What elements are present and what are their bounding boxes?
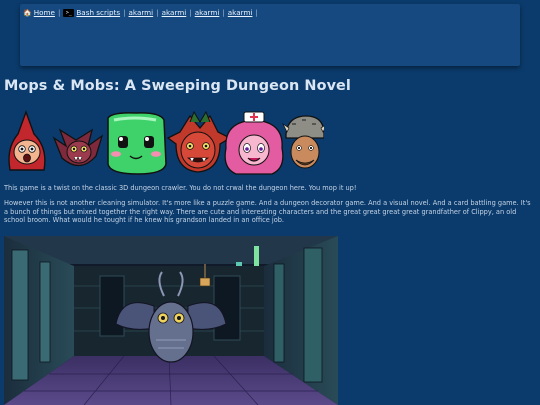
breadcrumb-separator: |: [222, 8, 225, 17]
red-hooded-character-image: [8, 109, 46, 171]
breadcrumb-separator: |: [123, 8, 126, 17]
pink-nurse-character-image: [224, 111, 284, 175]
breadcrumb-separator: |: [255, 8, 258, 17]
breadcrumb-link-akarmi-1[interactable]: akarmi: [129, 8, 154, 17]
breadcrumb: 🏠 Home | >_ Bash scripts | akarmi | akar…: [23, 8, 261, 17]
terminal-icon: >_: [63, 8, 75, 17]
bash-scripts-link[interactable]: Bash scripts: [76, 8, 120, 17]
top-navigation-bar: 🏠 Home | >_ Bash scripts | akarmi | akar…: [20, 4, 520, 66]
breadcrumb-link-akarmi-4[interactable]: akarmi: [228, 8, 253, 17]
home-icon: 🏠: [23, 8, 32, 17]
breadcrumb-separator: |: [189, 8, 192, 17]
breadcrumb-separator: |: [156, 8, 159, 17]
breadcrumb-link-akarmi-2[interactable]: akarmi: [162, 8, 187, 17]
game-screenshot-image: [4, 236, 338, 405]
page-title: Mops & Mobs: A Sweeping Dungeon Novel: [4, 78, 351, 94]
bat-character-image: [52, 128, 104, 167]
description-paragraph: However this is not another cleaning sim…: [4, 199, 531, 225]
breadcrumb-link-akarmi-3[interactable]: akarmi: [195, 8, 220, 17]
goblin-character-image: [166, 110, 232, 173]
green-slime-character-image: [107, 112, 167, 175]
breadcrumb-separator: |: [57, 8, 61, 17]
intro-paragraph: This game is a twist on the classic 3D d…: [4, 184, 357, 192]
character-faces-banner: [8, 109, 324, 175]
helmeted-warrior-character-image: [282, 115, 324, 169]
home-link[interactable]: Home: [34, 8, 55, 17]
